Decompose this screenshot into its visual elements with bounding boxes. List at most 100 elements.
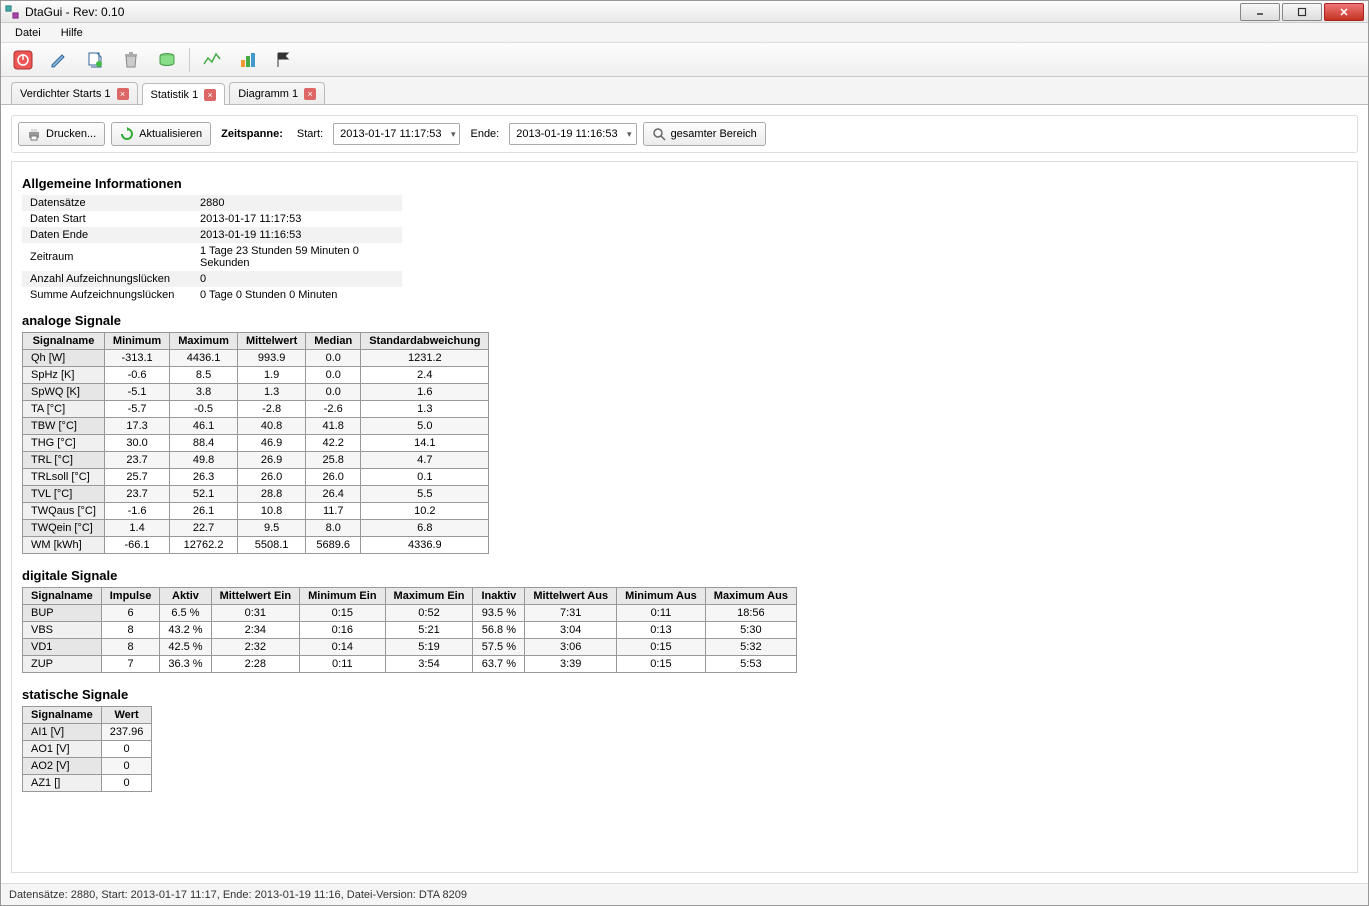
table-row: SpWQ [K]-5.13.81.30.01.6: [23, 384, 489, 401]
refresh-icon: [120, 127, 134, 141]
signal-value: 88.4: [170, 435, 238, 452]
signal-value: 0:31: [211, 605, 300, 622]
barchart-icon[interactable]: [234, 46, 262, 74]
info-row: Summe Aufzeichnungslücken0 Tage 0 Stunde…: [22, 287, 402, 303]
signal-value: 2.4: [361, 367, 489, 384]
col-header: Aktiv: [160, 588, 211, 605]
signal-value: 0:15: [617, 656, 706, 673]
end-date-dropdown[interactable]: 2013-01-19 11:16:53: [509, 123, 636, 145]
table-row: AZ1 []0: [23, 775, 152, 792]
section-digital: digitale Signale: [22, 568, 1347, 583]
col-header: Signalname: [23, 333, 105, 350]
app-window: DtaGui - Rev: 0.10 Datei Hilfe Verdichte…: [0, 0, 1369, 906]
signal-value: 4436.1: [170, 350, 238, 367]
signal-value: 0:13: [617, 622, 706, 639]
col-header: Standardabweichung: [361, 333, 489, 350]
titlebar: DtaGui - Rev: 0.10: [1, 1, 1368, 23]
table-row: BUP66.5 %0:310:150:5293.5 %7:310:1118:56: [23, 605, 797, 622]
signal-value: 0:15: [300, 605, 385, 622]
signal-name: ZUP: [23, 656, 102, 673]
signal-value: 25.7: [104, 469, 169, 486]
table-row: TWQein [°C]1.422.79.58.06.8: [23, 520, 489, 537]
tab-close-icon[interactable]: ×: [204, 89, 216, 101]
signal-name: VBS: [23, 622, 102, 639]
signal-value: 23.7: [104, 486, 169, 503]
signal-value: 3:39: [525, 656, 617, 673]
col-header: Impulse: [101, 588, 160, 605]
info-row: Daten Start2013-01-17 11:17:53: [22, 211, 402, 227]
signal-value: 1.4: [104, 520, 169, 537]
signal-name: AO2 [V]: [23, 758, 102, 775]
signal-value: 26.0: [237, 469, 305, 486]
signal-value: 93.5 %: [473, 605, 525, 622]
signal-name: Qh [W]: [23, 350, 105, 367]
col-header: Minimum Aus: [617, 588, 706, 605]
power-icon[interactable]: [9, 46, 37, 74]
document-icon[interactable]: [81, 46, 109, 74]
start-date-dropdown[interactable]: 2013-01-17 11:17:53: [333, 123, 460, 145]
table-row: TA [°C]-5.7-0.5-2.8-2.61.3: [23, 401, 489, 418]
signal-value: 46.9: [237, 435, 305, 452]
signal-name: SpHz [K]: [23, 367, 105, 384]
signal-value: 2:32: [211, 639, 300, 656]
signal-value: 26.1: [170, 503, 238, 520]
menu-help[interactable]: Hilfe: [51, 25, 93, 41]
magnifier-icon: [652, 127, 666, 141]
section-general: Allgemeine Informationen: [22, 176, 1347, 191]
signal-value: 0:14: [300, 639, 385, 656]
signal-name: TWQaus [°C]: [23, 503, 105, 520]
trash-icon[interactable]: [117, 46, 145, 74]
static-table: SignalnameWertAI1 [V]237.96AO1 [V]0AO2 […: [22, 706, 152, 792]
col-header: Inaktiv: [473, 588, 525, 605]
signal-value: 41.8: [306, 418, 361, 435]
signal-value: -5.7: [104, 401, 169, 418]
tab-statistik-1[interactable]: Statistik 1×: [142, 83, 226, 105]
table-row: TRL [°C]23.749.826.925.84.7: [23, 452, 489, 469]
signal-value: 0.0: [306, 367, 361, 384]
refresh-button[interactable]: Aktualisieren: [111, 122, 211, 146]
signal-value: 43.2 %: [160, 622, 211, 639]
flag-icon[interactable]: [270, 46, 298, 74]
maximize-button[interactable]: [1282, 3, 1322, 21]
info-value: 2880: [192, 195, 402, 211]
signal-name: VD1: [23, 639, 102, 656]
signal-name: SpWQ [K]: [23, 384, 105, 401]
table-row: ZUP736.3 %2:280:113:5463.7 %3:390:155:53: [23, 656, 797, 673]
signal-value: 5508.1: [237, 537, 305, 554]
tab-close-icon[interactable]: ×: [117, 88, 129, 100]
table-row: Qh [W]-313.14436.1993.90.01231.2: [23, 350, 489, 367]
menu-file[interactable]: Datei: [5, 25, 51, 41]
signal-value: 42.2: [306, 435, 361, 452]
signal-value: -0.5: [170, 401, 238, 418]
col-header: Maximum Aus: [705, 588, 796, 605]
signal-value: 12762.2: [170, 537, 238, 554]
table-row: TBW [°C]17.346.140.841.85.0: [23, 418, 489, 435]
disk-icon[interactable]: [153, 46, 181, 74]
signal-value: 0: [101, 758, 152, 775]
scroll-area[interactable]: Allgemeine Informationen Datensätze2880D…: [11, 161, 1358, 873]
tab-verdichter-starts-1[interactable]: Verdichter Starts 1×: [11, 82, 138, 104]
graph-icon[interactable]: [198, 46, 226, 74]
tab-diagramm-1[interactable]: Diagramm 1×: [229, 82, 325, 104]
signal-name: WM [kWh]: [23, 537, 105, 554]
close-button[interactable]: [1324, 3, 1364, 21]
minimize-button[interactable]: [1240, 3, 1280, 21]
signal-value: 40.8: [237, 418, 305, 435]
signal-name: TRLsoll [°C]: [23, 469, 105, 486]
edit-icon[interactable]: [45, 46, 73, 74]
signal-value: 3:06: [525, 639, 617, 656]
info-value: 0 Tage 0 Stunden 0 Minuten: [192, 287, 402, 303]
signal-value: 1.3: [237, 384, 305, 401]
info-key: Datensätze: [22, 195, 192, 211]
info-row: Datensätze2880: [22, 195, 402, 211]
signal-value: 7: [101, 656, 160, 673]
full-range-button[interactable]: gesamter Bereich: [643, 122, 766, 146]
signal-value: 0:16: [300, 622, 385, 639]
signal-name: TVL [°C]: [23, 486, 105, 503]
info-key: Daten Start: [22, 211, 192, 227]
section-analog: analoge Signale: [22, 313, 1347, 328]
table-row: AO2 [V]0: [23, 758, 152, 775]
print-button[interactable]: Drucken...: [18, 122, 105, 146]
info-row: Zeitraum1 Tage 23 Stunden 59 Minuten 0 S…: [22, 243, 402, 271]
tab-close-icon[interactable]: ×: [304, 88, 316, 100]
